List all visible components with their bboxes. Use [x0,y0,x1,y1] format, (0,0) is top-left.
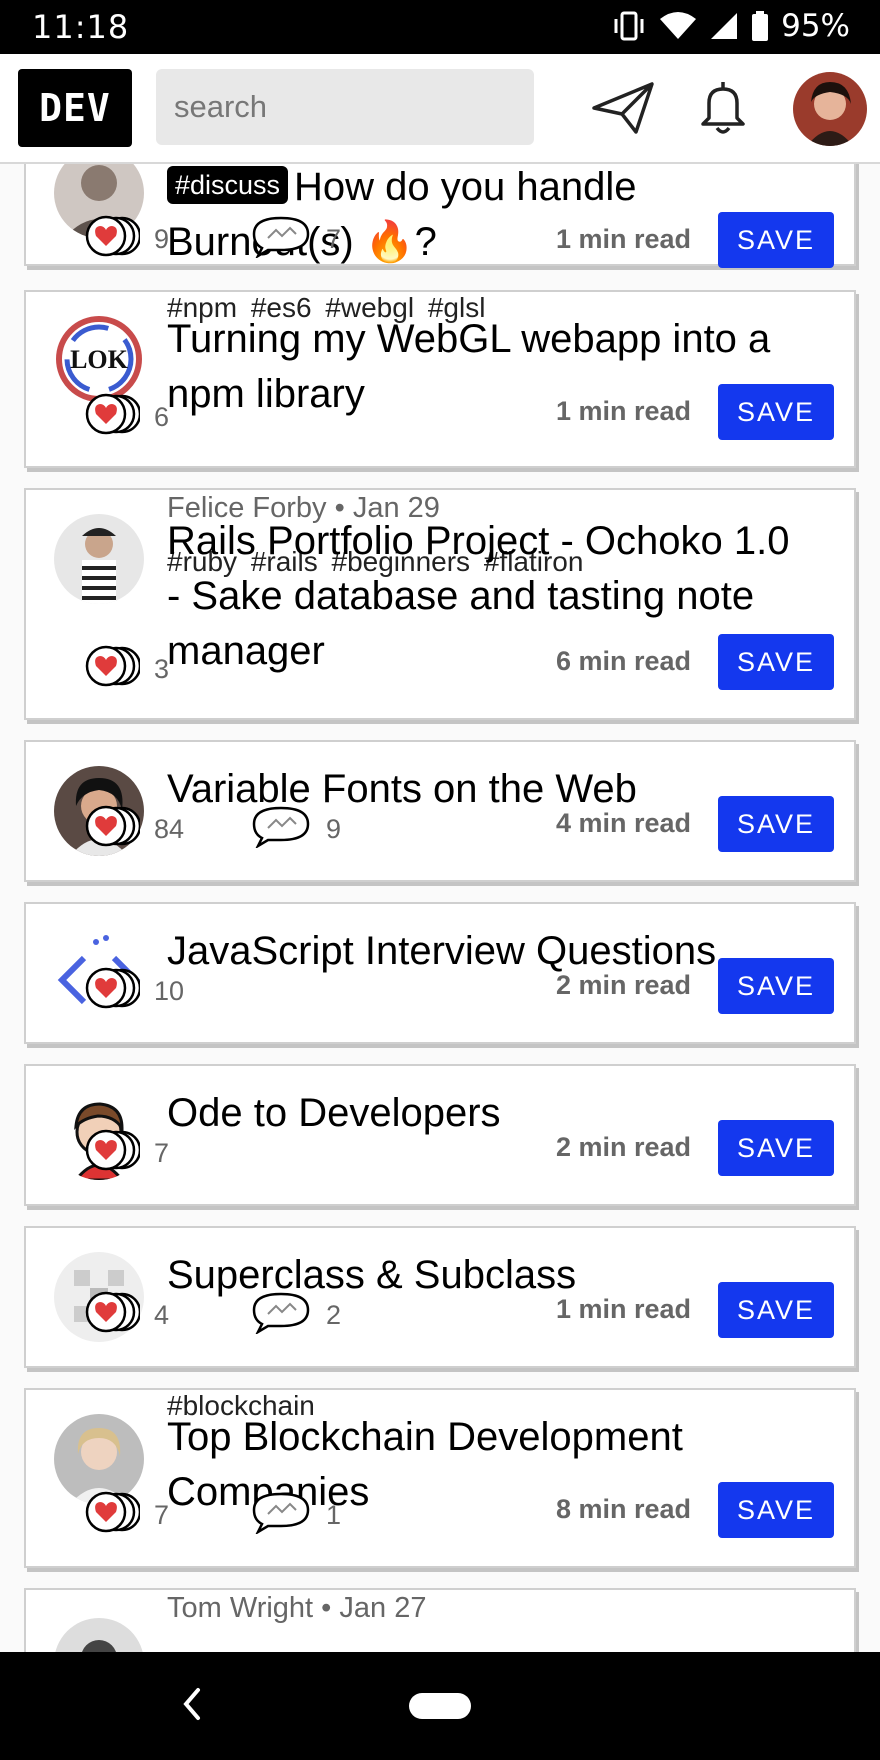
article-card[interactable]: LOK #npm #es6 #webgl #glsl Turning my We… [24,290,856,468]
battery-icon [752,11,769,41]
article-card[interactable]: JavaScript Interview Questions 10 2 min … [24,902,856,1044]
reaction-count: 10 [154,976,185,1006]
article-meta: Tom Wright • Jan 27 [167,1592,427,1624]
send-icon[interactable] [590,78,656,138]
comment-count: 9 [326,814,342,844]
article-title[interactable]: Turning my WebGL webapp into a npm libra… [167,312,807,422]
comment-count: 1 [326,1500,342,1530]
author-avatar[interactable] [54,1618,144,1652]
article-card[interactable]: #discussHow do you handle Burnout(s) 🔥? … [24,164,856,268]
comment-icon[interactable] [248,214,314,258]
article-card[interactable]: Variable Fonts on the Web 84 9 4 min rea… [24,740,856,882]
search-input[interactable] [156,69,534,145]
wifi-icon [660,12,697,39]
post-date: Jan 27 [339,1592,427,1624]
reaction-count: 4 [154,1300,170,1330]
status-bar: 11:18 95% [0,0,880,54]
status-icons: 95% [611,8,850,44]
app-header: DEV [0,54,880,164]
article-card[interactable]: Superclass & Subclass 4 2 1 min read SAV… [24,1226,856,1368]
user-avatar[interactable] [793,72,867,146]
author-name[interactable]: Tom Wright [167,1592,313,1624]
save-button[interactable]: SAVE [718,796,834,852]
save-button[interactable]: SAVE [718,212,834,268]
status-time: 11:18 [32,8,130,46]
svg-text:LOK: LOK [70,345,129,374]
discuss-badge[interactable]: #discuss [167,166,289,204]
heart-icon[interactable] [84,392,140,436]
article-card[interactable]: Tom Wright • Jan 27 [24,1588,856,1652]
read-time: 6 min read [555,646,691,676]
article-card[interactable]: Felice Forby • Jan 29 #ruby #rails #begi… [24,488,856,720]
save-button[interactable]: SAVE [718,1282,834,1338]
save-button[interactable]: SAVE [718,1482,834,1538]
article-card[interactable]: Ode to Developers 7 2 min read SAVE [24,1064,856,1206]
author-avatar[interactable] [54,514,144,604]
read-time: 8 min read [555,1494,691,1524]
read-time: 4 min read [555,808,691,838]
heart-icon[interactable] [84,644,140,688]
article-title[interactable]: Ode to Developers [167,1086,807,1141]
article-title[interactable]: Rails Portfolio Project - Ochoko 1.0 - S… [167,514,807,679]
system-nav-bar [0,1652,880,1760]
save-button[interactable]: SAVE [718,958,834,1014]
heart-icon[interactable] [84,804,140,848]
article-title[interactable]: JavaScript Interview Questions [167,924,807,979]
article-card[interactable]: #blockchain Top Blockchain Development C… [24,1388,856,1568]
comment-count: 2 [326,1300,342,1330]
author-avatar[interactable]: LOK [54,314,144,404]
reaction-count: 6 [154,402,170,432]
read-time: 2 min read [555,970,691,1000]
bell-icon[interactable] [690,78,756,138]
comment-icon[interactable] [248,1290,314,1334]
read-time: 1 min read [555,224,691,254]
back-icon[interactable] [180,1686,204,1722]
read-time: 2 min read [555,1132,691,1162]
reaction-count: 7 [154,1138,170,1168]
home-pill[interactable] [409,1693,471,1719]
reaction-count: 84 [154,814,185,844]
vibrate-icon [614,11,644,41]
save-button[interactable]: SAVE [718,384,834,440]
heart-icon[interactable] [84,1490,140,1534]
heart-icon[interactable] [84,1128,140,1172]
comment-icon[interactable] [248,1490,314,1534]
comment-icon[interactable] [248,804,314,848]
reaction-count: 9 [154,224,170,254]
heart-icon[interactable] [84,214,140,258]
reaction-count: 7 [154,1500,170,1530]
dev-logo[interactable]: DEV [18,69,132,147]
heart-icon[interactable] [84,1290,140,1334]
read-time: 1 min read [555,396,691,426]
signal-icon [711,13,738,39]
battery-percent: 95% [781,8,850,44]
read-time: 1 min read [555,1294,691,1324]
save-button[interactable]: SAVE [718,1120,834,1176]
save-button[interactable]: SAVE [718,634,834,690]
comment-count: 7 [326,224,342,254]
article-feed: #discussHow do you handle Burnout(s) 🔥? … [0,164,880,1652]
reaction-count: 3 [154,654,170,684]
heart-icon[interactable] [84,966,140,1010]
